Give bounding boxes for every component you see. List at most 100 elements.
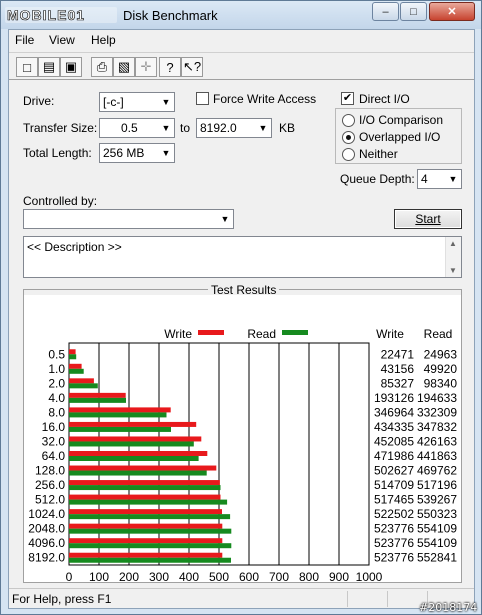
- force-write-label[interactable]: Force Write Access: [213, 92, 316, 106]
- status-help-text: For Help, press F1: [12, 592, 112, 606]
- status-bar: For Help, press F1: [9, 588, 474, 608]
- legend-write-swatch: [198, 330, 224, 335]
- read-value: 554109: [417, 536, 457, 550]
- write-value: 85327: [381, 376, 415, 390]
- description-text: << Description >>: [27, 240, 122, 254]
- write-value: 346964: [374, 405, 414, 419]
- overlapped-io-label[interactable]: Overlapped I/O: [359, 130, 440, 144]
- window-title: Disk Benchmark: [123, 8, 218, 23]
- move-icon[interactable]: ✛: [135, 57, 157, 77]
- transfer-size-label: Transfer Size:: [23, 121, 98, 135]
- menu-bar: File View Help: [9, 30, 474, 50]
- print-icon[interactable]: ⎙: [91, 57, 113, 77]
- print-preview-icon[interactable]: ▧: [113, 57, 135, 77]
- menu-view[interactable]: View: [49, 33, 75, 47]
- y-tick-label: 16.0: [42, 420, 66, 434]
- read-bar: [69, 383, 98, 389]
- write-bar: [69, 538, 223, 544]
- description-textarea[interactable]: << Description >> ▲ ▼: [23, 236, 462, 278]
- read-bar: [69, 426, 171, 432]
- io-comparison-label[interactable]: I/O Comparison: [359, 113, 443, 127]
- write-value: 523776: [374, 522, 414, 536]
- write-value: 22471: [381, 347, 415, 361]
- write-bar: [69, 392, 126, 398]
- start-button[interactable]: Start: [394, 209, 462, 229]
- total-length-select[interactable]: 256 MB ▼: [99, 143, 175, 163]
- write-value: 471986: [374, 449, 414, 463]
- queue-depth-label: Queue Depth:: [340, 172, 415, 186]
- menu-help[interactable]: Help: [91, 33, 116, 47]
- write-value: 514709: [374, 478, 414, 492]
- menu-file[interactable]: File: [15, 33, 34, 47]
- controlled-by-label: Controlled by:: [23, 194, 98, 208]
- read-value: 441863: [417, 449, 457, 463]
- chevron-down-icon[interactable]: ▼: [158, 93, 174, 111]
- controlled-by-select[interactable]: ▼: [23, 209, 234, 229]
- read-value: 332309: [417, 405, 457, 419]
- write-value: 434335: [374, 420, 414, 434]
- queue-depth-select[interactable]: 4 ▼: [417, 169, 462, 189]
- x-tick-label: 500: [209, 570, 229, 582]
- read-value: 49920: [424, 362, 458, 376]
- read-bar: [69, 485, 221, 491]
- transfer-to-select[interactable]: 8192.0 ▼: [196, 118, 272, 138]
- minimize-button[interactable]: –: [372, 2, 399, 21]
- neither-label[interactable]: Neither: [359, 147, 398, 161]
- drive-select[interactable]: [-c-] ▼: [99, 92, 175, 112]
- open-folder-icon[interactable]: ▤: [38, 57, 60, 77]
- read-bar: [69, 528, 232, 534]
- force-write-checkbox[interactable]: [196, 92, 209, 105]
- write-bar: [69, 523, 223, 529]
- y-tick-label: 8192.0: [28, 551, 65, 565]
- mobile01-logo: MOBILE01: [5, 7, 117, 23]
- toolbar: □ ▤ ▣ ⎙ ▧ ✛ ? ↖?: [9, 52, 474, 80]
- title-bar[interactable]: MOBILE01 Disk Benchmark – □ ✕: [1, 1, 481, 29]
- y-tick-label: 0.5: [48, 347, 65, 361]
- chevron-down-icon[interactable]: ▼: [217, 210, 233, 228]
- chevron-down-icon[interactable]: ▼: [158, 119, 174, 137]
- maximize-button[interactable]: □: [400, 2, 427, 21]
- read-value: 554109: [417, 522, 457, 536]
- save-icon[interactable]: ▣: [60, 57, 82, 77]
- write-value: 523776: [374, 536, 414, 550]
- close-button[interactable]: ✕: [429, 2, 475, 21]
- read-value: 194633: [417, 391, 457, 405]
- write-bar: [69, 407, 171, 413]
- context-help-icon[interactable]: ↖?: [181, 57, 203, 77]
- chevron-down-icon[interactable]: ▼: [255, 119, 271, 137]
- write-bar: [69, 494, 221, 500]
- x-tick-label: 900: [329, 570, 349, 582]
- io-comparison-radio[interactable]: [342, 114, 355, 127]
- benchmark-chart: Write Read Write Read 0 100 200 300 400 500 600 700…: [24, 295, 461, 582]
- write-bar: [69, 451, 208, 456]
- chevron-down-icon[interactable]: ▼: [445, 170, 461, 188]
- chevron-up-icon[interactable]: ▲: [446, 239, 460, 248]
- y-tick-label: 2048.0: [28, 522, 65, 536]
- y-tick-label: 4.0: [48, 391, 65, 405]
- direct-io-checkbox[interactable]: ✔: [341, 92, 354, 105]
- x-tick-label: 1000: [356, 570, 383, 582]
- read-bar: [69, 557, 231, 563]
- write-value: 193126: [374, 391, 414, 405]
- x-tick-label: 200: [119, 570, 139, 582]
- read-bar: [69, 543, 232, 549]
- read-column-header: Read: [424, 327, 453, 341]
- legend-read-label: Read: [247, 327, 276, 341]
- help-icon[interactable]: ?: [159, 57, 181, 77]
- chevron-down-icon[interactable]: ▼: [158, 144, 174, 162]
- transfer-from-select[interactable]: 0.5 ▼: [99, 118, 175, 138]
- write-bar: [69, 421, 197, 427]
- description-scrollbar[interactable]: ▲ ▼: [445, 237, 461, 277]
- y-tick-label: 32.0: [42, 434, 66, 448]
- direct-io-label[interactable]: Direct I/O: [359, 92, 410, 106]
- read-bar: [69, 368, 84, 374]
- new-document-icon[interactable]: □: [16, 57, 38, 77]
- read-value: 98340: [424, 376, 458, 390]
- y-tick-label: 1024.0: [28, 507, 65, 521]
- read-value: 24963: [424, 347, 458, 361]
- y-tick-label: 8.0: [48, 405, 65, 419]
- neither-radio[interactable]: [342, 148, 355, 161]
- chevron-down-icon[interactable]: ▼: [446, 266, 460, 275]
- overlapped-io-radio[interactable]: [342, 131, 355, 144]
- read-value: 539267: [417, 493, 457, 507]
